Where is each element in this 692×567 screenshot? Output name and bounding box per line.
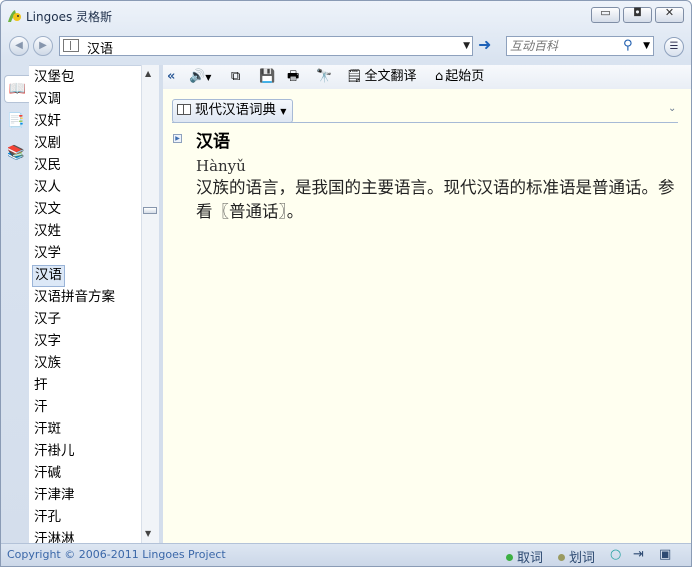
chevron-down-icon[interactable]: ▼ [643,41,650,51]
home-icon: ⌂ [435,69,444,84]
home-button[interactable]: ⌂ 起始页 [435,68,484,86]
word-list-item[interactable]: 汗 [32,397,50,417]
find-icon[interactable]: 🔭 [316,68,332,86]
word-list-item[interactable]: 汉调 [32,89,63,109]
back-button[interactable]: ◀ [9,36,29,56]
scroll-down-icon[interactable]: ▼ [145,529,151,538]
lookup-input-value: 汉语 [87,42,114,57]
main-menu-button[interactable]: ☰ [664,37,684,57]
word-list-item[interactable]: 汉族 [32,353,63,373]
pin-icon[interactable]: ⇥ [633,547,644,562]
title-bar: Lingoes 灵格斯 ▭ ◘ ✕ [1,1,691,31]
lookup-input[interactable]: 汉语 ▼ [59,36,473,57]
word-list-scrollbar[interactable]: ▲ ▼ [141,65,159,543]
translate-tab-icon[interactable]: 📚 [7,144,25,162]
scroll-thumb[interactable] [143,207,157,214]
word-list-item[interactable]: 汉堡包 [32,67,77,87]
chevron-down-icon[interactable]: ▼ [463,41,470,51]
word-list-item[interactable]: 汉语 [32,265,65,287]
dictionary-tab-icon[interactable]: 📖 [4,75,30,103]
sidebar-tabs: 📖 📑 📚 [1,65,30,543]
close-button[interactable]: ✕ [655,6,684,23]
dictionary-selector[interactable]: 现代汉语词典 ▼ [172,99,294,123]
book-icon [177,104,191,115]
chevron-down-icon: ▼ [280,107,287,116]
entry-document: 现代汉语词典 ▼ ⌄ ▶ 汉语 Hànyǔ 汉族的语言，是我国的主要语言。现代汉… [163,89,691,543]
word-list-item[interactable]: 汉字 [32,331,63,351]
forward-button[interactable]: ▶ [33,36,53,56]
status-dot-icon [506,554,513,561]
word-list-item[interactable]: 汗孔 [32,507,63,527]
status-dot-icon [558,554,565,561]
mini-window-icon[interactable]: ▣ [659,547,671,562]
copyright-text: Copyright © 2006-2011 Lingoes Project [7,548,226,561]
word-list-item[interactable]: 汗褂儿 [32,441,77,461]
print-icon[interactable]: 🖶 [287,68,299,86]
word-list-item[interactable]: 汉姓 [32,221,63,241]
web-search-input[interactable] [510,38,618,54]
book-icon [63,39,79,52]
app-window: Lingoes 灵格斯 ▭ ◘ ✕ ◀ ▶ 汉语 ▼ ➜ ⚲ ▼ ☰ 📖 📑 📚… [0,0,692,567]
navigation-bar: ◀ ▶ 汉语 ▼ ➜ ⚲ ▼ ☰ [1,32,691,62]
minimize-button[interactable]: ▭ [591,6,620,23]
word-list-item[interactable]: 汗津津 [32,485,77,505]
word-list-item[interactable]: 汗斑 [32,419,63,439]
word-list-item[interactable]: 汉子 [32,309,63,329]
definition: 汉族的语言，是我国的主要语言。现代汉语的标准语是普通话。参看〖普通话〗。 [196,178,675,221]
go-arrow-button[interactable]: ➜ [478,37,496,55]
word-list-item[interactable]: 汉剧 [32,133,63,153]
divider [172,122,678,123]
result-toolbar: « 🔊▼ ⧉ 💾 🖶 🔭 🗒 全文翻译 ⌂ 起始页 [163,65,691,89]
collapse-chevron-icon[interactable]: ⌄ [668,103,676,114]
select-toggle[interactable]: 划词 [558,547,595,566]
maximize-button[interactable]: ◘ [623,6,652,23]
word-list-item[interactable]: 扞 [32,375,50,395]
status-bar: Copyright © 2006-2011 Lingoes Project 取词… [1,543,691,566]
word-list-item[interactable]: 汗碱 [32,463,63,483]
status-ring-icon[interactable]: ○ [610,547,621,562]
pinyin: Hànyǔ [196,157,246,175]
word-list-item[interactable]: 汉人 [32,177,63,197]
search-icon[interactable]: ⚲ [623,38,633,53]
full-translate-button[interactable]: 🗒 全文翻译 [346,68,417,86]
result-pane: « 🔊▼ ⧉ 💾 🖶 🔭 🗒 全文翻译 ⌂ 起始页 现代汉语词典 ▼ ⌄ ▶ 汉语 … [163,65,691,543]
word-list-item[interactable]: 汉奸 [32,111,63,131]
lookup-toggle[interactable]: 取词 [506,547,543,566]
index-tab-icon[interactable]: 📑 [7,112,25,130]
window-title: Lingoes 灵格斯 [26,10,113,24]
speaker-icon[interactable]: 🔊▼ [189,68,211,86]
collapse-button[interactable]: « [167,68,175,86]
word-list-item[interactable]: 汉文 [32,199,63,219]
expand-toggle-icon[interactable]: ▶ [173,134,182,143]
headword: 汉语 [196,132,230,152]
lingoes-logo-icon [8,10,21,22]
word-list-item[interactable]: 汉民 [32,155,63,175]
web-search-box[interactable]: ⚲ ▼ [506,36,654,56]
copy-icon[interactable]: ⧉ [231,68,240,86]
word-list-item[interactable]: 汉学 [32,243,63,263]
save-icon[interactable]: 💾 [259,68,275,86]
scroll-up-icon[interactable]: ▲ [145,69,151,78]
word-list-item[interactable]: 汉语拼音方案 [32,287,117,307]
word-list[interactable]: 汉堡包 汉调 汉奸 汉剧 汉民 汉人 汉文 汉姓 汉学 汉语 汉语拼音方案 汉子 汉字 汉族扞汗汗斑 汗褂儿… [29,65,141,547]
translate-icon: 🗒 [346,69,363,84]
